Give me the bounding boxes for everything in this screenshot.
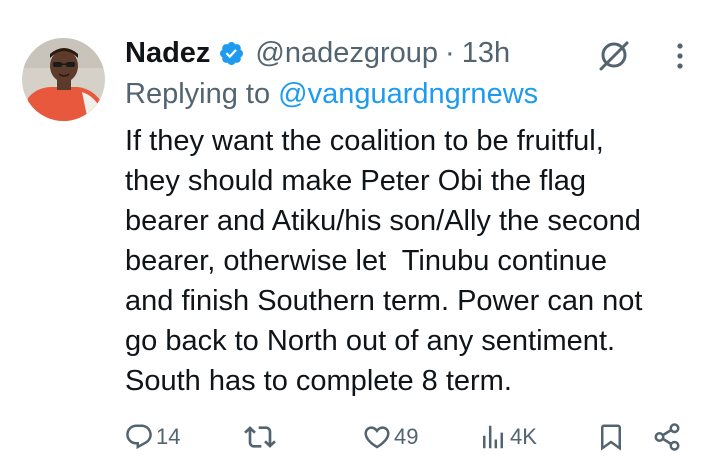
author-handle[interactable]: @nadezgroup <box>255 37 438 70</box>
tweet-text: If they want the coalition to be fruitfu… <box>125 121 700 401</box>
tweet-text-line: bearer, otherwise let Tinubu continue <box>125 245 608 277</box>
tweet-text-line: and finish Southern term. Power can not <box>125 285 643 317</box>
tweet[interactable]: Nadez @nadezgroup · 13h Replying to @van… <box>0 0 715 467</box>
tweet-text-line: they should make Peter Obi the flag <box>125 165 587 197</box>
replying-to-label: Replying to <box>125 78 271 110</box>
reply-icon <box>124 422 154 452</box>
views-button[interactable]: 4K <box>478 415 537 459</box>
more-vertical-icon[interactable] <box>668 40 692 72</box>
bookmark-button[interactable] <box>596 415 626 459</box>
share-icon <box>652 422 682 452</box>
grok-icon[interactable] <box>597 38 631 72</box>
replying-to: Replying to @vanguardngrnews <box>125 78 538 111</box>
reply-button[interactable]: 14 <box>124 415 180 459</box>
retweet-icon <box>244 421 276 453</box>
verified-badge-icon <box>218 40 245 67</box>
bookmark-icon <box>596 422 626 452</box>
replying-to-handle[interactable]: @vanguardngrnews <box>278 78 538 110</box>
tweet-text-line: South has to complete 8 term. <box>125 365 512 397</box>
avatar[interactable] <box>22 38 105 121</box>
retweet-button[interactable] <box>244 415 278 459</box>
heart-icon <box>362 422 392 452</box>
tweet-header: Nadez @nadezgroup · 13h <box>125 32 510 74</box>
tweet-time[interactable]: 13h <box>462 37 510 70</box>
avatar-image <box>22 38 105 121</box>
tweet-text-line: bearer and Atiku/his son/Ally the second <box>125 205 641 237</box>
header-separator: · <box>445 36 455 69</box>
tweet-text-line: If they want the coalition to be fruitfu… <box>125 125 604 157</box>
share-button[interactable] <box>652 415 682 459</box>
like-count: 49 <box>394 424 419 449</box>
views-count: 4K <box>510 424 537 449</box>
tweet-actions: 14 49 4K <box>0 415 715 459</box>
author-name[interactable]: Nadez <box>125 37 210 70</box>
tweet-text-line: go back to North out of any sentiment. <box>125 325 616 357</box>
views-icon <box>478 422 508 452</box>
like-button[interactable]: 49 <box>362 415 418 459</box>
reply-count: 14 <box>156 424 181 449</box>
